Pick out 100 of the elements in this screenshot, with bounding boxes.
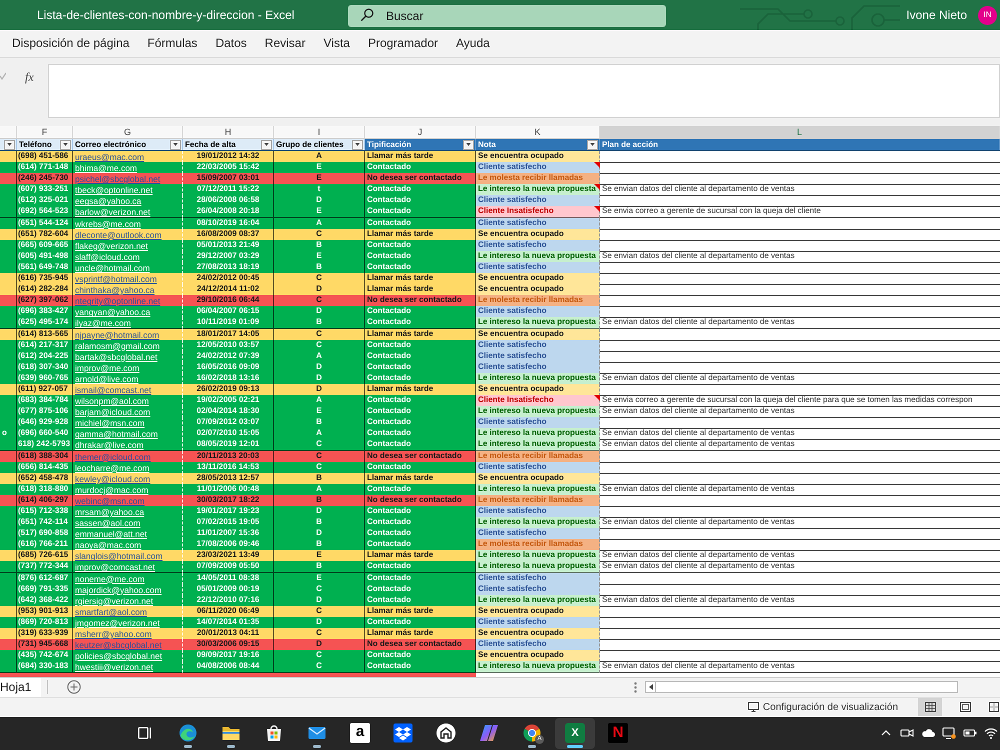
column-heading[interactable]: G xyxy=(73,126,183,138)
email-link[interactable]: gamma@hotmail.com xyxy=(75,429,158,440)
ribbon-tab[interactable]: Fórmulas xyxy=(147,34,198,54)
column-heading[interactable]: I xyxy=(274,126,365,138)
email-link[interactable]: dhrakar@live.com xyxy=(75,440,144,450)
email-link[interactable]: emmanuel@att.net xyxy=(75,529,147,540)
email-link[interactable]: smartfart@aol.com xyxy=(75,606,147,617)
email-link[interactable]: ilyaz@me.com xyxy=(75,318,131,328)
avatar[interactable]: IN xyxy=(978,6,997,24)
filter-button[interactable] xyxy=(352,140,363,150)
filter-button[interactable] xyxy=(261,140,272,150)
email-link[interactable]: hwestiii@verizon.net xyxy=(75,662,154,672)
filter-button[interactable] xyxy=(60,140,71,150)
email-link[interactable]: naoya@mac.com xyxy=(75,540,142,550)
column-heading[interactable]: J xyxy=(365,126,476,138)
filter-button[interactable] xyxy=(587,140,598,150)
more-icon[interactable] xyxy=(634,682,637,693)
email-link[interactable]: leocharre@me.com xyxy=(75,462,150,473)
filter-button[interactable] xyxy=(4,140,15,150)
add-sheet-button[interactable] xyxy=(67,680,82,694)
email-link[interactable]: wilsonpm@aol.com xyxy=(75,396,149,406)
email-link[interactable]: majordick@yahoo.com xyxy=(75,584,162,595)
email-link[interactable]: jmgomez@verizon.net xyxy=(75,618,160,628)
email-link[interactable]: bhima@me.com xyxy=(75,163,138,174)
table-cell xyxy=(0,628,17,640)
email-link[interactable]: vsprintf@hotmail.com xyxy=(75,274,157,284)
email-link[interactable]: barjam@icloud.com xyxy=(75,407,150,418)
email-link[interactable]: webinc@msn.com xyxy=(75,496,145,506)
table-cell: B xyxy=(274,517,365,530)
table-cell: A xyxy=(274,350,365,363)
email-link[interactable]: barlow@verizon.net xyxy=(75,207,150,218)
email-link[interactable]: tbeck@optonline.net xyxy=(75,185,153,196)
function-label[interactable]: fx xyxy=(25,68,34,86)
email-link[interactable]: themer@icloud.com xyxy=(75,452,151,462)
email-link[interactable]: improv@me.com xyxy=(75,362,140,373)
taskbar-button[interactable]: N xyxy=(598,718,638,749)
email-link[interactable]: arnold@live.com xyxy=(75,374,138,384)
column-header: Tipificación xyxy=(367,140,412,150)
formula-input[interactable] xyxy=(48,64,1000,118)
ribbon-tab[interactable]: Datos xyxy=(215,34,247,54)
email-link[interactable]: uraeus@mac.com xyxy=(75,152,144,162)
taskbar-button[interactable]: a xyxy=(340,718,380,749)
column-heading[interactable]: F xyxy=(17,126,73,138)
scroll-left-button[interactable] xyxy=(645,681,656,694)
email-link[interactable]: policies@sbcglobal.net xyxy=(75,651,162,662)
table-cell: 12/05/2010 03:57 xyxy=(183,340,274,352)
taskbar-button[interactable]: X xyxy=(555,718,595,749)
check-icon[interactable] xyxy=(0,72,6,80)
column-heading[interactable]: L xyxy=(600,126,1000,138)
ribbon-tab[interactable]: Revisar xyxy=(264,34,306,54)
email-link[interactable]: ntegrity@optonline.net xyxy=(75,296,160,306)
email-link[interactable]: dleconte@outlook.com xyxy=(75,230,162,240)
table-cell xyxy=(0,295,17,308)
email-link[interactable]: bartak@sbcglobal.net xyxy=(75,352,158,362)
column-header: Plan de acción xyxy=(602,140,658,150)
email-link[interactable]: sassen@aol.com xyxy=(75,518,140,528)
email-link[interactable]: ismail@comcast.net xyxy=(75,384,152,395)
filter-button[interactable] xyxy=(463,140,474,150)
sheet-tab[interactable]: Hoja1 xyxy=(0,678,42,697)
email-link[interactable]: wkrebs@me.com xyxy=(75,218,141,229)
email-link[interactable]: njpayne@hotmail.com xyxy=(75,330,160,340)
email-link[interactable]: slaff@icloud.com xyxy=(75,252,140,262)
email-link[interactable]: slanglois@hotmail.com xyxy=(75,551,163,562)
ribbon-tab[interactable]: Disposición de página xyxy=(12,34,130,54)
view-button[interactable] xyxy=(918,698,942,716)
ribbon-tab[interactable]: Vista xyxy=(323,34,350,54)
wifi-icon[interactable] xyxy=(984,726,998,740)
email-link[interactable]: murdocj@mac.com xyxy=(75,484,148,495)
email-link[interactable]: psichel@sbcglobal.net xyxy=(75,174,160,184)
email-link[interactable]: yangyan@yahoo.ca xyxy=(75,307,150,318)
email-link[interactable]: msherr@yahoo.com xyxy=(75,629,152,640)
filter-button[interactable] xyxy=(170,140,181,150)
table-cell: E xyxy=(274,550,365,562)
display-settings-button[interactable]: Configuración de visualización xyxy=(748,700,898,715)
email-link[interactable]: keutzer@sbcglobal.net xyxy=(75,640,162,650)
display-icon[interactable] xyxy=(942,726,956,740)
search-field[interactable]: Buscar xyxy=(348,5,666,27)
table-cell: Le intereso la nueva propuesta xyxy=(476,428,600,440)
email-link[interactable]: noneme@me.com xyxy=(75,574,145,584)
table-cell: Contactado xyxy=(365,661,476,674)
table-cell: Se envian datos del cliente al departamento de ventas xyxy=(600,439,1000,452)
column-heading[interactable]: H xyxy=(183,126,274,138)
user-name[interactable]: Ivone Nieto xyxy=(906,6,967,24)
email-link[interactable]: kewley@icloud.com xyxy=(75,474,150,484)
email-link[interactable]: rgiersig@verizon.net xyxy=(75,596,154,606)
email-link[interactable]: eegsa@yahoo.ca xyxy=(75,196,142,206)
table-cell: (517) 690-858 xyxy=(17,528,73,540)
ribbon-tab[interactable]: Ayuda xyxy=(456,34,490,54)
email-link[interactable]: mrsam@yahoo.ca xyxy=(75,507,144,517)
table-cell xyxy=(0,594,17,607)
email-link[interactable]: ralamosm@gmail.com xyxy=(75,340,160,351)
email-link[interactable]: michiel@msn.com xyxy=(75,418,145,428)
ribbon-tab[interactable]: Programador xyxy=(368,34,438,54)
email-link[interactable]: improv@comcast.net xyxy=(75,562,155,572)
email-link[interactable]: flakeg@verizon.net xyxy=(75,240,148,251)
table-cell: (652) 458-478 xyxy=(17,472,73,485)
table-cell: B xyxy=(274,539,365,552)
email-link[interactable]: uncle@hotmail.com xyxy=(75,262,150,273)
email-link[interactable]: chinthaka@yahoo.ca xyxy=(75,285,155,296)
caret-icon xyxy=(590,143,595,146)
